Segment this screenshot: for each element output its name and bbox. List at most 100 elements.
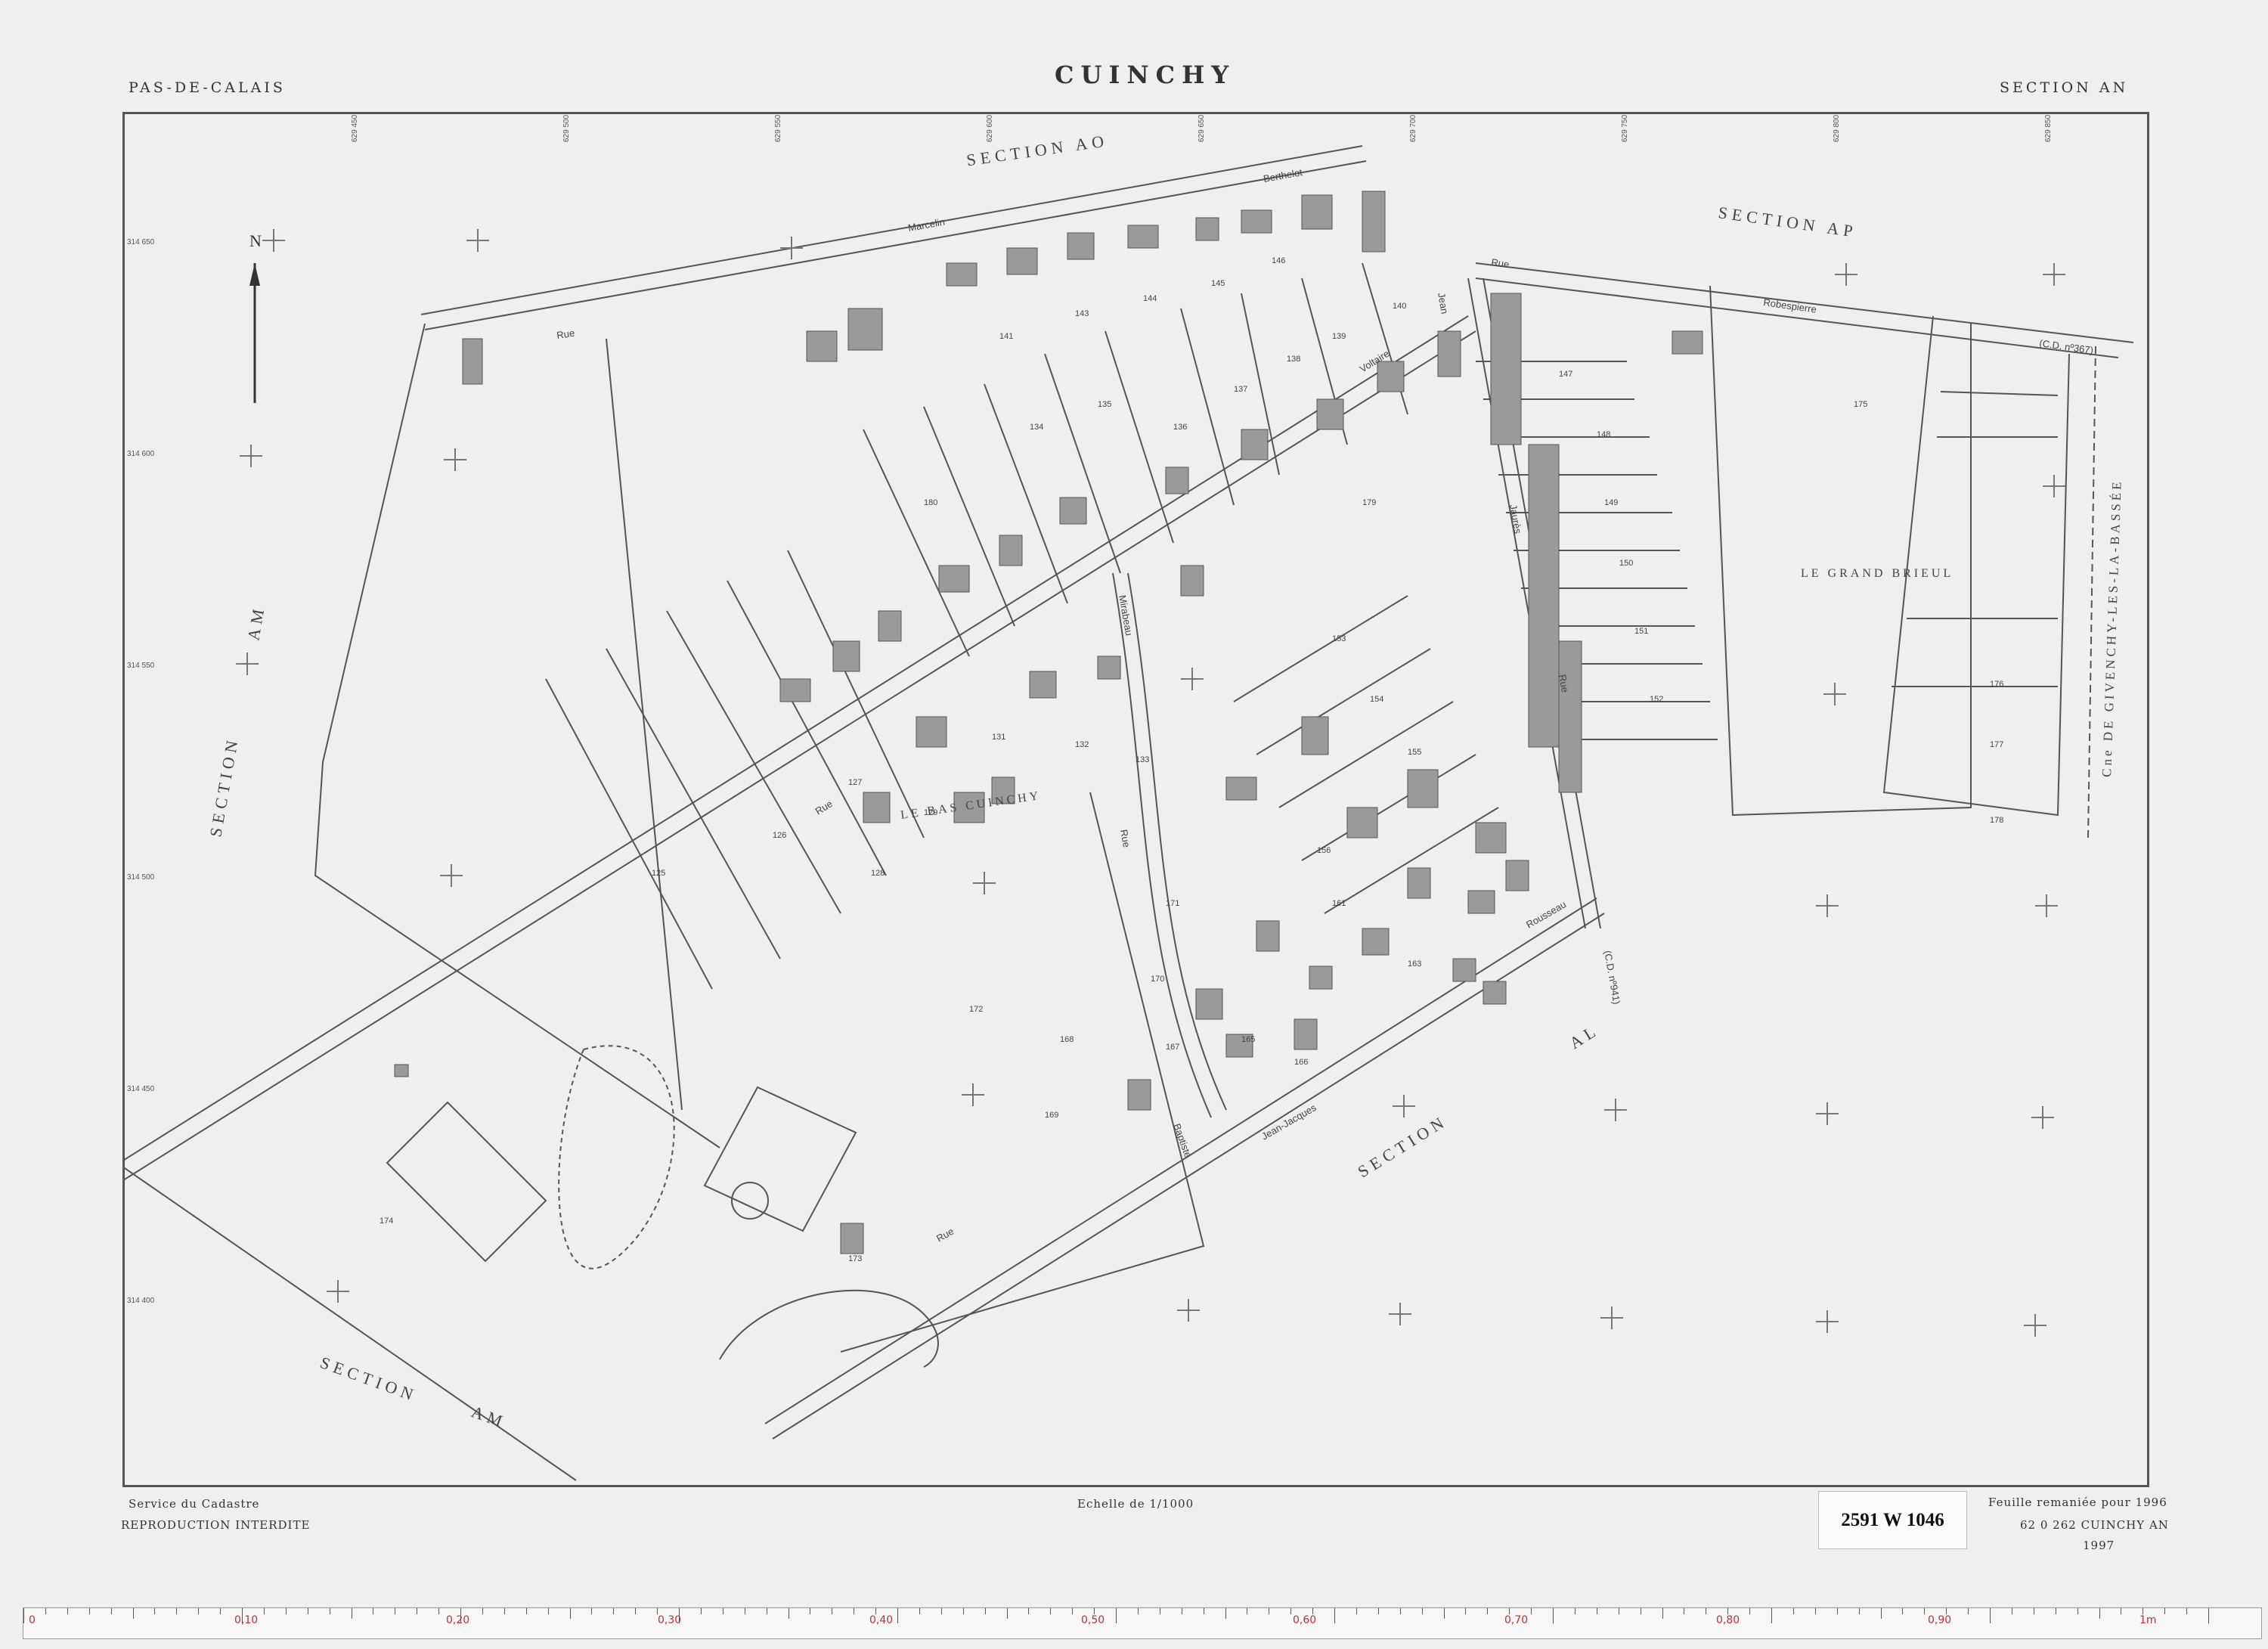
building [462, 338, 483, 385]
ruler-label: 0,50 [1081, 1614, 1105, 1626]
ruler-tick [110, 1608, 112, 1614]
parcel-number: 135 [1098, 400, 1111, 409]
grid-label-top: 629 550 [774, 114, 782, 142]
ruler-tick [132, 1608, 134, 1619]
building [1195, 988, 1223, 1020]
street-jean: Jean [1436, 292, 1451, 315]
parcel-number: 138 [1287, 355, 1300, 364]
ruler-tick [525, 1608, 527, 1614]
cadastral-map[interactable]: N SECTION AO SECTION AP SECTION AM SECTI… [122, 112, 2145, 1483]
ruler-tick [23, 1608, 24, 1623]
building [1097, 656, 1121, 680]
building [394, 1064, 409, 1077]
parcel-number: 172 [969, 1005, 983, 1014]
ruler-tick [2099, 1608, 2100, 1619]
parcel-number: 174 [380, 1217, 393, 1226]
ruler-tick [1924, 1608, 1926, 1614]
building [1059, 497, 1087, 525]
building [840, 1223, 864, 1254]
grid-label-top: 629 500 [562, 114, 571, 142]
grid-label-left: 314 450 [127, 1085, 155, 1093]
building [1241, 429, 1269, 460]
building [938, 565, 970, 593]
ruler-tick [1946, 1608, 1947, 1614]
ruler-tick [154, 1608, 156, 1614]
parcel-number: 129 [924, 808, 937, 817]
section-am-left-label-2: AM [243, 603, 268, 642]
buildings [394, 191, 1703, 1254]
building [916, 716, 947, 748]
building [1377, 361, 1405, 392]
ruler-tick [1968, 1608, 1969, 1614]
ruler-tick [1574, 1608, 1576, 1614]
street-rue-left: Rue [556, 327, 575, 341]
ruler-tick [1006, 1608, 1008, 1619]
ruler-label: 0,90 [1928, 1614, 1952, 1626]
ruler-tick [1443, 1608, 1445, 1619]
grid-label-left: 314 600 [127, 450, 155, 458]
parcel-number: 175 [1854, 400, 1867, 409]
parcel-number: 169 [1045, 1111, 1058, 1120]
footer-service: Service du Cadastre [129, 1497, 260, 1511]
ruler-tick [1465, 1608, 1467, 1614]
building [878, 610, 902, 642]
ruler-label: 0,30 [658, 1614, 682, 1626]
ruler-tick [198, 1608, 200, 1614]
building [1067, 232, 1095, 260]
ruler-tick [547, 1608, 549, 1614]
building [1301, 716, 1329, 755]
section-label: SECTION AN [2000, 79, 2129, 96]
place-le-grand-brieul: LE GRAND BRIEUL [1801, 567, 1954, 580]
section-al-label: SECTION [1354, 1111, 1451, 1182]
parcel-number: 168 [1060, 1035, 1074, 1044]
ruler-label: 0,40 [869, 1614, 894, 1626]
ruler-tick [1094, 1608, 1095, 1614]
parcel-number: 166 [1294, 1058, 1308, 1067]
footer-code: 62 0 262 CUINCHY AN [2020, 1518, 2169, 1532]
ruler-tick [1553, 1608, 1554, 1623]
ruler-tick [1312, 1608, 1314, 1614]
grid-label-top: 629 800 [1833, 114, 1841, 142]
ruler-tick [2077, 1608, 2078, 1614]
ruler-tick [635, 1608, 637, 1614]
ruler-tick [220, 1608, 222, 1614]
parcel-number: 143 [1075, 309, 1089, 318]
building [1006, 247, 1038, 275]
building [1475, 822, 1507, 854]
ruler-tick [1990, 1608, 1991, 1623]
parcel-number: 140 [1393, 302, 1406, 311]
grid-label-left: 314 650 [127, 238, 155, 246]
ruler-tick [1792, 1608, 1794, 1614]
ruler-label: 0 [29, 1614, 36, 1626]
ruler-label: 0,70 [1504, 1614, 1529, 1626]
street-marcelin: Marcelin [907, 216, 946, 234]
parcel-number: 178 [1990, 816, 2003, 825]
building [1301, 194, 1333, 230]
parcel-number: 170 [1151, 975, 1164, 984]
parcel-number: 137 [1234, 385, 1247, 394]
building [1256, 920, 1280, 952]
ruler-tick [897, 1608, 898, 1623]
grid-label-top: 629 600 [986, 114, 994, 142]
archive-stamp: 2591 W 1046 [1818, 1491, 1967, 1549]
parcel-number: 173 [848, 1254, 862, 1263]
ruler-tick [1225, 1608, 1226, 1619]
section-am-bottom-label: SECTION [318, 1353, 420, 1406]
grid-label-top: 629 850 [2044, 114, 2053, 142]
ruler-tick [591, 1608, 593, 1614]
ruler-tick [1356, 1608, 1357, 1614]
building [1483, 981, 1507, 1005]
ruler-tick [1771, 1608, 1772, 1623]
grid-label-left: 314 500 [127, 873, 155, 882]
ruler-tick [569, 1608, 571, 1619]
building [863, 792, 891, 823]
parcel-number: 176 [1990, 680, 2003, 689]
building [1437, 330, 1461, 377]
ruler-tick [1421, 1608, 1423, 1614]
street-rue-mid: Rue [1118, 829, 1132, 848]
building [1467, 890, 1495, 914]
road-marcelin-berthelot [420, 145, 1367, 330]
ruler-tick [1858, 1608, 1860, 1614]
parcel-number: 149 [1604, 498, 1618, 507]
grid-label-left: 314 550 [127, 662, 155, 670]
